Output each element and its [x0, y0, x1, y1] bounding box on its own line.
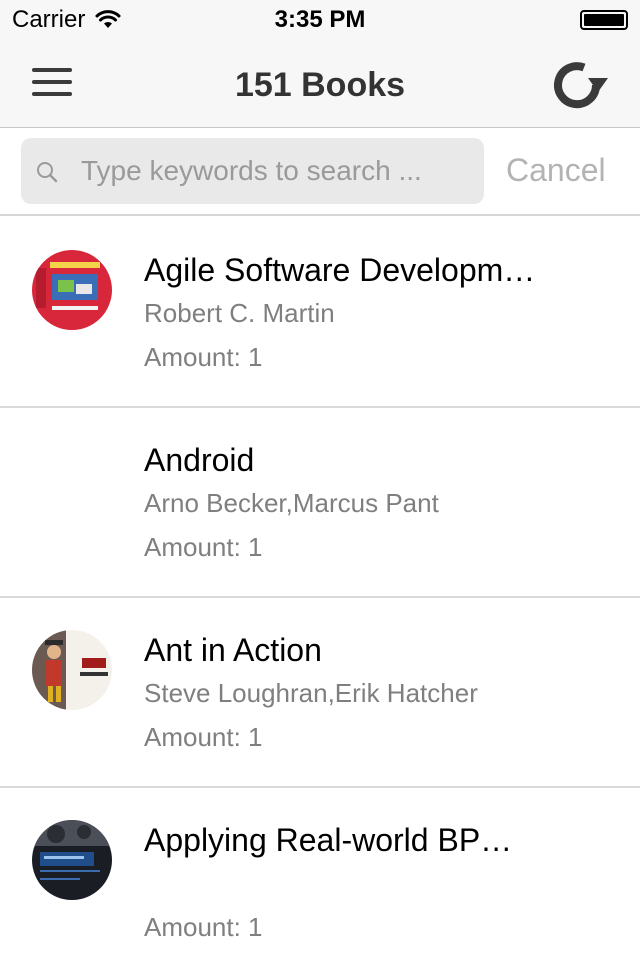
book-amount: Amount: 1 [144, 722, 263, 752]
cancel-button[interactable]: Cancel [506, 152, 606, 189]
applying-real-world-bpm-cover-image [32, 820, 112, 900]
ant-in-action-cover-image [32, 630, 112, 710]
book-author: Robert C. Martin [144, 298, 335, 328]
book-title: Agile Software Developm… [144, 252, 536, 288]
book-row[interactable]: Applying Real-world BP… Amount: 1 [0, 788, 640, 960]
book-list: Agile Software Developm… Robert C. Marti… [0, 218, 640, 960]
page-title: 151 Books [234, 66, 406, 104]
search-bar: Cancel [0, 128, 640, 216]
search-field-container[interactable] [21, 138, 484, 204]
refresh-icon[interactable] [550, 58, 610, 112]
status-bar: Carrier 3:35 PM [0, 0, 640, 40]
book-title: Applying Real-world BP… [144, 822, 513, 858]
book-row[interactable]: Android Arno Becker,Marcus Pant Amount: … [0, 408, 640, 598]
book-author: Arno Becker,Marcus Pant [144, 488, 439, 518]
status-time: 3:35 PM [274, 6, 366, 33]
search-icon [37, 162, 58, 183]
book-amount: Amount: 1 [144, 342, 263, 372]
book-title: Android [144, 442, 255, 478]
book-row[interactable]: Agile Software Developm… Robert C. Marti… [0, 218, 640, 408]
book-amount: Amount: 1 [144, 532, 263, 562]
battery-icon [580, 10, 628, 30]
navigation-bar: 151 Books [0, 40, 640, 128]
book-author: Steve Loughran,Erik Hatcher [144, 678, 478, 708]
book-amount: Amount: 1 [144, 912, 263, 942]
linux-programming-cover-image [32, 250, 112, 330]
book-row[interactable]: Ant in Action Steve Loughran,Erik Hatche… [0, 598, 640, 788]
battery-level [584, 14, 624, 26]
search-input[interactable] [81, 138, 476, 204]
book-title: Ant in Action [144, 632, 322, 668]
